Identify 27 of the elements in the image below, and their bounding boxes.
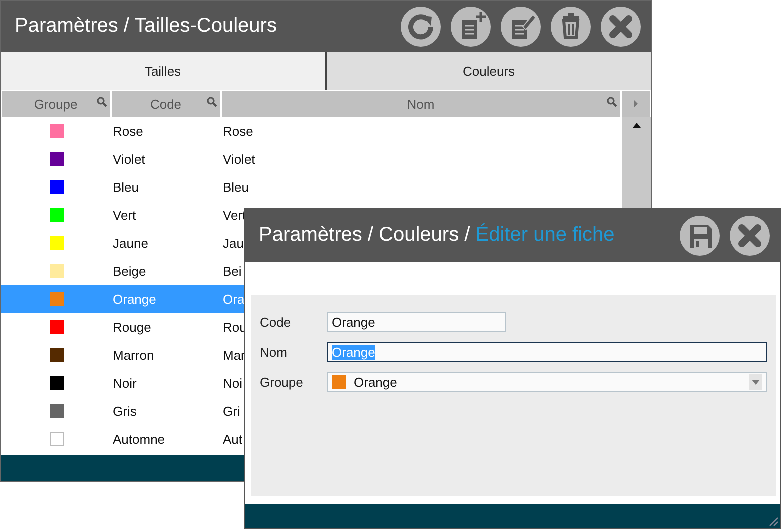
table-cell: Automne	[113, 432, 166, 446]
table-cell: Jaune	[113, 236, 148, 250]
field-label: Code	[260, 314, 292, 330]
table-cell: Rose	[113, 124, 144, 138]
dialog-title: Paramètres / Couleurs / Éditer une fiche	[259, 224, 616, 247]
table-cell: Vert	[113, 208, 136, 222]
field-label: Groupe	[260, 374, 304, 390]
table-cell: Aut	[223, 432, 243, 446]
table-cell: Orange	[113, 292, 156, 306]
table-cell: Violet	[223, 152, 256, 166]
table-cell: Gri	[223, 404, 240, 418]
table-cell: Gris	[113, 404, 137, 418]
table-cell: Ora	[223, 292, 245, 306]
table-cell: Bleu	[113, 180, 140, 194]
table-cell: Bei	[223, 264, 242, 278]
table-cell: Violet	[113, 152, 146, 166]
table-cell: Jau	[223, 236, 244, 250]
table-cell: Marron	[113, 348, 154, 362]
window-title: Paramètres / Tailles-Couleurs	[15, 15, 278, 38]
table-cell: Bleu	[223, 180, 250, 194]
table-cell: Mar	[223, 348, 246, 362]
table-cell: Beige	[113, 264, 146, 278]
field-label: Nom	[260, 344, 288, 360]
table-cell: Rouge	[113, 320, 152, 334]
table-cell: Noi	[223, 376, 243, 390]
table-cell: Rose	[223, 124, 254, 138]
table-cell: Noir	[113, 376, 137, 390]
